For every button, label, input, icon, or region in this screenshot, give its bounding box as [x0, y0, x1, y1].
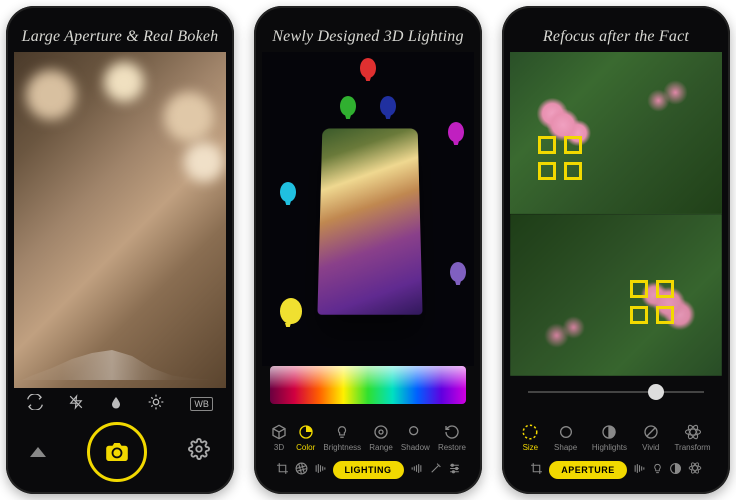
screenshot-2: Newly Designed 3D Lighting 3D Color Br: [254, 6, 482, 494]
adj-label: Size: [523, 443, 539, 452]
lighting-3d-viewport[interactable]: [262, 52, 474, 366]
bottom-mode-row: LIGHTING: [262, 452, 474, 484]
stack-right-icon[interactable]: [410, 462, 423, 479]
adj-label: Transform: [674, 443, 710, 452]
stack-left-icon[interactable]: [314, 462, 327, 479]
light-balloon-red[interactable]: [360, 58, 376, 78]
sliders-icon[interactable]: [448, 462, 461, 479]
light-balloon-magenta[interactable]: [448, 122, 464, 142]
focus-bracket-top[interactable]: [538, 136, 582, 180]
bulb-icon: [333, 423, 351, 441]
adj-brightness[interactable]: Brightness: [323, 423, 361, 452]
circle-icon: [557, 423, 575, 441]
atom-icon: [684, 423, 702, 441]
refocus-viewport[interactable]: [510, 52, 722, 376]
focus-pane-bottom: [510, 214, 722, 376]
light-balloon-blue[interactable]: [380, 96, 396, 116]
depth-plane: [317, 128, 422, 314]
adj-label: Shape: [554, 443, 577, 452]
mode-pill[interactable]: LIGHTING: [333, 461, 404, 479]
phone-inner: Newly Designed 3D Lighting 3D Color Br: [262, 24, 474, 484]
camera-toolbar-bottom: [14, 420, 226, 484]
aperture-icon[interactable]: [295, 462, 308, 479]
shadow-icon: [406, 423, 424, 441]
shutter-button[interactable]: [87, 422, 147, 482]
screenshot-3: Refocus after the Fact Size Shape: [502, 6, 730, 494]
light-balloon-yellow[interactable]: [280, 298, 302, 324]
cycle-icon[interactable]: [27, 394, 43, 414]
bulb-icon[interactable]: [652, 462, 663, 479]
histogram-overlay: [22, 350, 222, 380]
brightness-icon[interactable]: [148, 394, 164, 414]
camera-viewport[interactable]: [14, 52, 226, 388]
crop-icon[interactable]: [530, 462, 543, 479]
mode-pill[interactable]: APERTURE: [549, 461, 627, 479]
screenshot-1: Large Aperture & Real Bokeh WB: [6, 6, 234, 494]
headline: Refocus after the Fact: [510, 24, 722, 52]
light-balloon-cyan[interactable]: [280, 182, 296, 202]
wb-icon[interactable]: WB: [190, 397, 213, 411]
adj-label: Range: [369, 443, 393, 452]
contrast-icon[interactable]: [669, 462, 682, 479]
stack-icon[interactable]: [633, 462, 646, 479]
adj-label: Restore: [438, 443, 466, 452]
atom-icon[interactable]: [688, 461, 702, 479]
size-ring-icon: [521, 423, 539, 441]
adjustment-row: Size Shape Highlights Vivid Transform: [510, 408, 722, 452]
adj-shadow[interactable]: Shadow: [401, 423, 430, 452]
wand-icon[interactable]: [429, 462, 442, 479]
adj-color[interactable]: Color: [296, 423, 315, 452]
camera-toolbar-top: WB: [14, 388, 226, 420]
adj-transform[interactable]: Transform: [674, 423, 710, 452]
cube-icon: [270, 423, 288, 441]
adj-shape[interactable]: Shape: [554, 423, 577, 452]
adjustment-row: 3D Color Brightness Range Shadow Restore: [262, 404, 474, 452]
expand-up-icon[interactable]: [30, 447, 46, 457]
adj-vivid[interactable]: Vivid: [642, 423, 660, 452]
headline: Newly Designed 3D Lighting: [262, 24, 474, 52]
adj-label: Color: [296, 443, 315, 452]
bottom-mode-row: APERTURE: [510, 452, 722, 484]
vivid-icon: [642, 423, 660, 441]
drop-icon[interactable]: [110, 394, 122, 414]
headline: Large Aperture & Real Bokeh: [14, 24, 226, 52]
color-spectrum-picker[interactable]: [270, 366, 466, 404]
adj-label: Shadow: [401, 443, 430, 452]
light-balloon-green[interactable]: [340, 96, 356, 116]
adj-range[interactable]: Range: [369, 423, 393, 452]
aperture-slider[interactable]: [510, 376, 722, 408]
adj-label: Brightness: [323, 443, 361, 452]
light-balloon-purple[interactable]: [450, 262, 466, 282]
adj-label: Highlights: [592, 443, 627, 452]
crop-icon[interactable]: [276, 462, 289, 479]
restore-icon: [443, 423, 461, 441]
slider-track: [528, 391, 704, 393]
adj-label: 3D: [274, 443, 284, 452]
adj-3d[interactable]: 3D: [270, 423, 288, 452]
phone-inner: Large Aperture & Real Bokeh WB: [14, 24, 226, 484]
adj-size[interactable]: Size: [521, 423, 539, 452]
flash-off-icon[interactable]: [69, 394, 83, 414]
phone-inner: Refocus after the Fact Size Shape: [510, 24, 722, 484]
adj-restore[interactable]: Restore: [438, 423, 466, 452]
settings-gear-icon[interactable]: [188, 438, 210, 466]
contrast-icon: [600, 423, 618, 441]
range-icon: [372, 423, 390, 441]
adj-label: Vivid: [642, 443, 659, 452]
focus-pane-top: [510, 52, 722, 214]
focus-bracket-bottom[interactable]: [630, 280, 674, 324]
camera-icon: [106, 443, 128, 461]
pie-icon: [297, 423, 315, 441]
slider-knob[interactable]: [648, 384, 664, 400]
adj-highlights[interactable]: Highlights: [592, 423, 627, 452]
